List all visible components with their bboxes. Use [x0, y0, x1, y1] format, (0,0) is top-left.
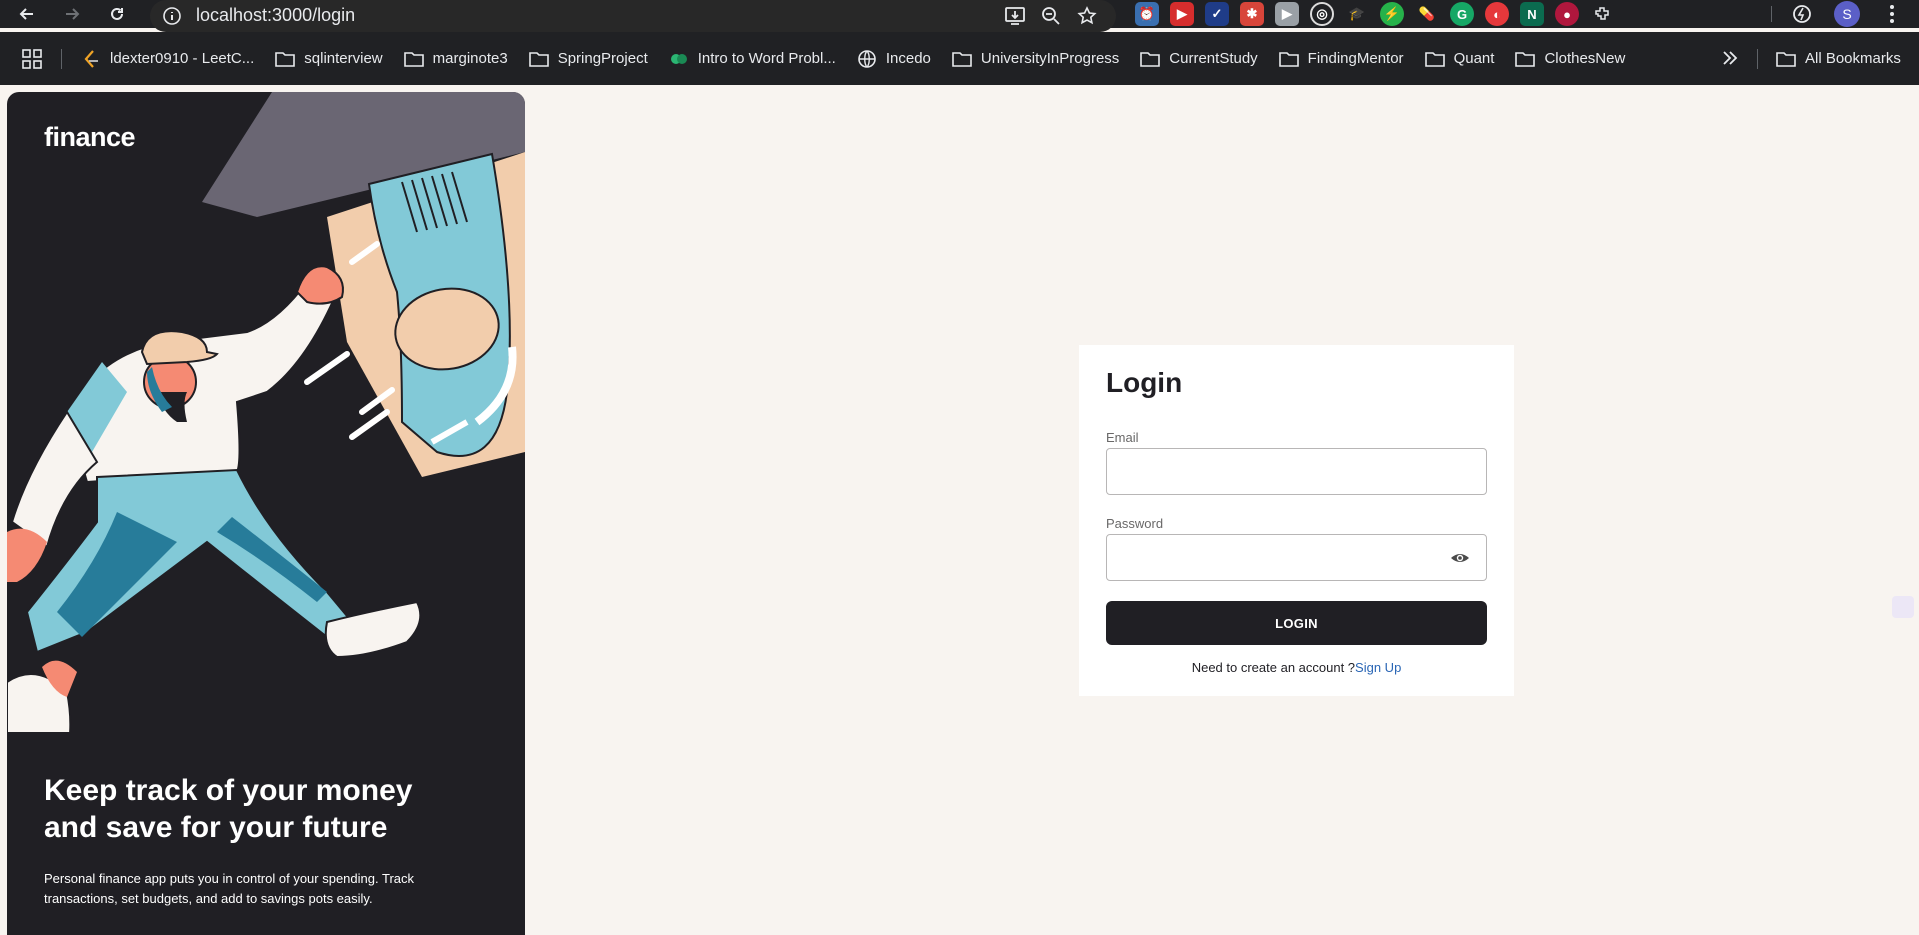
performance-button[interactable] — [1790, 2, 1816, 26]
running-person-illustration — [7, 92, 525, 732]
bookmark-item[interactable]: Quant — [1424, 48, 1495, 70]
folder-icon — [1515, 51, 1536, 67]
bookmark-item[interactable]: Intro to Word Probl... — [668, 48, 836, 70]
signup-link[interactable]: Sign Up — [1355, 660, 1401, 675]
floating-helper-icon[interactable] — [1892, 596, 1914, 618]
extension-check-icon[interactable]: ✓ — [1205, 2, 1229, 26]
arrow-right-icon — [66, 8, 80, 20]
browser-toolbar: localhost:3000/login ⏰ ▶ ✓ ✱ ▶ ◎ 🎓 ⚡ 💊 G… — [0, 0, 1919, 32]
bookmark-item[interactable]: SpringProject — [528, 48, 648, 70]
login-card: Login Email Password LOGIN Need to creat… — [1079, 345, 1514, 696]
password-field[interactable] — [1106, 534, 1487, 581]
site-info-icon[interactable] — [162, 6, 182, 26]
reload-icon — [111, 7, 123, 20]
forward-button[interactable] — [59, 2, 85, 26]
bookmarks-divider — [61, 49, 62, 69]
zoom-out-icon — [1042, 7, 1060, 25]
bookmarks-divider — [1757, 49, 1758, 69]
bookmark-label: SpringProject — [557, 50, 648, 67]
install-icon — [1005, 7, 1025, 25]
chevron-double-right-icon[interactable] — [1718, 46, 1742, 70]
bookmarks-bar: ldexter0910 - LeetC... sqlinterview margin… — [0, 32, 1919, 85]
reload-button[interactable] — [104, 2, 130, 26]
extensions-bar: ⏰ ▶ ✓ ✱ ▶ ◎ 🎓 ⚡ 💊 G ◐ N ● — [1135, 0, 1614, 28]
profile-avatar[interactable]: S — [1834, 1, 1860, 27]
extension-circle-icon[interactable]: ◐ — [1485, 2, 1509, 26]
extension-grammarly-icon[interactable]: G — [1450, 2, 1474, 26]
login-title: Login — [1106, 367, 1183, 398]
bookmark-item[interactable]: marginote3 — [403, 48, 508, 70]
green-link-icon — [670, 53, 687, 64]
leetcode-icon — [84, 49, 98, 68]
toolbar-divider — [1771, 6, 1772, 22]
bookmark-label: Incedo — [885, 50, 931, 67]
address-bar[interactable]: localhost:3000/login — [150, 0, 1116, 32]
password-label: Password — [1106, 516, 1164, 531]
extension-youtube-icon[interactable]: ▶ — [1170, 2, 1194, 26]
signup-prompt: Need to create an account ?Sign Up — [1079, 660, 1514, 675]
arrow-left-icon — [19, 8, 33, 20]
folder-icon — [528, 51, 549, 67]
bookmark-label: FindingMentor — [1307, 50, 1404, 67]
bookmark-item[interactable]: FindingMentor — [1278, 48, 1404, 70]
bookmark-label: Quant — [1453, 50, 1495, 67]
signup-prompt-text: Need to create an account ? — [1191, 660, 1356, 675]
folder-icon — [1776, 51, 1796, 67]
bookmark-item[interactable]: CurrentStudy — [1139, 48, 1258, 70]
extension-target-icon[interactable]: ◎ — [1310, 2, 1334, 26]
zoom-button[interactable] — [1038, 4, 1064, 28]
extension-bolt-icon[interactable]: ⚡ — [1380, 2, 1404, 26]
back-button[interactable] — [14, 2, 40, 26]
bookmark-label: CurrentStudy — [1169, 50, 1258, 67]
folder-icon — [403, 51, 424, 67]
extension-play-icon[interactable]: ▶ — [1275, 2, 1299, 26]
extension-n-icon[interactable]: N — [1520, 2, 1544, 26]
email-label: Email — [1106, 430, 1139, 445]
extension-capsule-icon[interactable]: 💊 — [1415, 2, 1439, 26]
more-vertical-icon — [1890, 5, 1894, 23]
hero-title: Keep track of your money and save for yo… — [44, 774, 413, 844]
bookmark-star-button[interactable] — [1074, 4, 1100, 28]
globe-icon — [858, 49, 876, 68]
extensions-menu-icon[interactable] — [1590, 2, 1614, 26]
bookmark-item[interactable]: ldexter0910 - LeetC... — [80, 48, 254, 70]
extension-hat-icon[interactable]: 🎓 — [1345, 2, 1369, 26]
bookmark-item[interactable]: Incedo — [856, 48, 931, 70]
extension-record-icon[interactable]: ● — [1555, 2, 1579, 26]
browser-menu-button[interactable] — [1880, 2, 1906, 26]
bookmark-label: sqlinterview — [304, 50, 383, 67]
all-bookmarks-button[interactable]: All Bookmarks — [1775, 32, 1901, 85]
install-app-button[interactable] — [1002, 4, 1028, 28]
bookmark-item[interactable]: sqlinterview — [274, 48, 383, 70]
star-icon — [1077, 6, 1097, 25]
folder-icon — [1278, 51, 1299, 67]
extension-alarm-icon[interactable]: ⏰ — [1135, 2, 1159, 26]
folder-icon — [275, 51, 296, 67]
bookmark-label: Intro to Word Probl... — [697, 50, 836, 67]
hero-subtitle: Personal finance app puts you in control… — [44, 871, 414, 906]
extension-puzzle-icon[interactable]: ✱ — [1240, 2, 1264, 26]
eye-icon[interactable] — [1450, 548, 1470, 568]
email-field[interactable] — [1106, 448, 1487, 495]
bookmark-label: marginote3 — [432, 50, 508, 67]
folder-icon — [1140, 51, 1161, 67]
brand-logo: finance — [44, 122, 136, 152]
bookmark-label: UniversityInProgress — [980, 50, 1120, 67]
apps-grid-icon[interactable] — [20, 47, 44, 71]
performance-icon — [1793, 5, 1811, 23]
folder-icon — [952, 51, 972, 67]
all-bookmarks-label: All Bookmarks — [1805, 50, 1901, 67]
folder-icon — [1424, 51, 1445, 67]
bookmark-item[interactable]: UniversityInProgress — [951, 48, 1119, 70]
bookmark-label: ldexter0910 - LeetC... — [110, 50, 255, 67]
bookmark-list: ldexter0910 - LeetC... sqlinterview margin… — [80, 32, 1645, 85]
bookmark-item[interactable]: ClothesNew — [1514, 48, 1625, 70]
hero-panel: finance Keep track of your money and sav… — [7, 92, 525, 935]
login-button[interactable]: LOGIN — [1106, 601, 1487, 645]
bookmark-label: ClothesNew — [1544, 50, 1626, 67]
url-text[interactable]: localhost:3000/login — [196, 4, 355, 26]
